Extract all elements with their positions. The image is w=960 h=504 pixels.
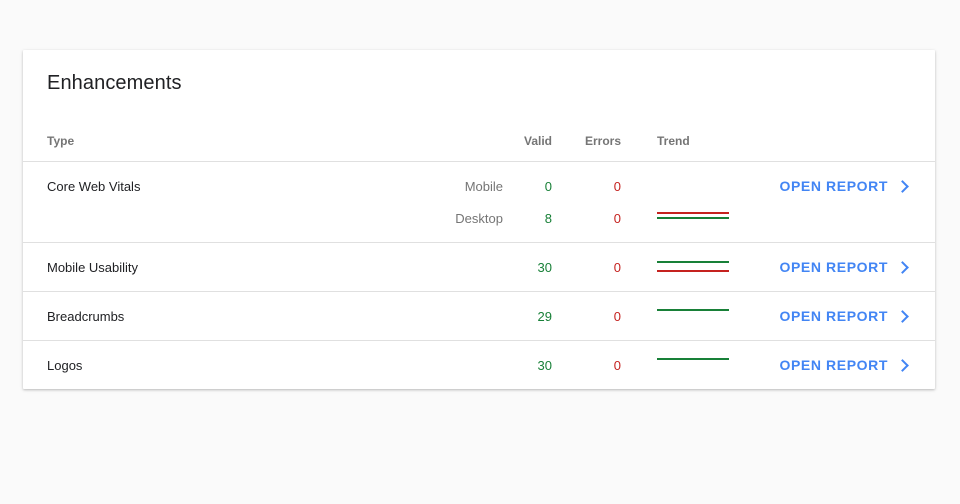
row-type-label: Core Web Vitals — [47, 179, 141, 194]
table-row-core-web-vitals: Core Web Vitals Mobile 0 0 OPEN REPORT D… — [23, 162, 935, 242]
column-header-type: Type — [47, 134, 75, 148]
trend-line-valid — [657, 217, 729, 219]
open-report-label: OPEN REPORT — [779, 259, 888, 275]
open-report-label: OPEN REPORT — [779, 357, 888, 373]
trend-line-errors — [657, 270, 729, 272]
device-label-desktop: Desktop — [455, 211, 503, 226]
enhancements-card: Enhancements Type Valid Errors Trend Cor… — [23, 50, 935, 389]
table-header: Type Valid Errors Trend — [23, 132, 935, 162]
trend-line-valid — [657, 358, 729, 360]
column-header-trend: Trend — [657, 134, 690, 148]
open-report-button[interactable]: OPEN REPORT — [779, 308, 911, 324]
chevron-right-icon — [896, 260, 909, 274]
table-row-breadcrumbs: Breadcrumbs 29 0 OPEN REPORT — [23, 292, 935, 340]
row-type-label: Mobile Usability — [47, 260, 139, 275]
error-count: 0 — [613, 211, 621, 226]
open-report-button[interactable]: OPEN REPORT — [779, 178, 911, 194]
open-report-button[interactable]: OPEN REPORT — [779, 259, 911, 275]
row-type-label: Logos — [47, 358, 83, 373]
error-count: 0 — [613, 179, 621, 194]
chevron-right-icon — [896, 358, 909, 372]
column-header-valid: Valid — [523, 134, 552, 148]
valid-count: 29 — [537, 309, 552, 324]
table-row-logos: Logos 30 0 OPEN REPORT — [23, 341, 935, 389]
valid-count: 30 — [537, 358, 552, 373]
open-report-label: OPEN REPORT — [779, 178, 888, 194]
row-type-label: Breadcrumbs — [47, 309, 125, 324]
chevron-right-icon — [896, 179, 909, 193]
column-header-errors: Errors — [584, 134, 621, 148]
card-title: Enhancements — [47, 72, 182, 94]
trend-line-valid — [657, 261, 729, 263]
trend-line-errors — [657, 212, 729, 214]
table-row-mobile-usability: Mobile Usability 30 0 OPEN REPORT — [23, 243, 935, 291]
trend-line-valid — [657, 309, 729, 311]
error-count: 0 — [613, 358, 621, 373]
open-report-label: OPEN REPORT — [779, 308, 888, 324]
error-count: 0 — [613, 309, 621, 324]
valid-count: 0 — [544, 179, 552, 194]
open-report-button[interactable]: OPEN REPORT — [779, 357, 911, 373]
valid-count: 8 — [544, 211, 552, 226]
device-label-mobile: Mobile — [464, 179, 503, 194]
error-count: 0 — [613, 260, 621, 275]
chevron-right-icon — [896, 309, 909, 323]
valid-count: 30 — [537, 260, 552, 275]
